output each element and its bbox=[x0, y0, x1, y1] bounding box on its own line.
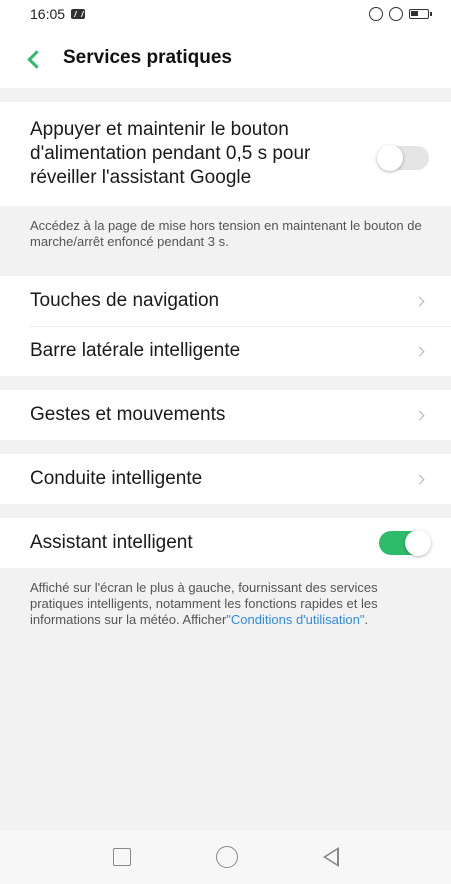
menu-item-label: Touches de navigation bbox=[30, 290, 220, 311]
app-header: Services pratiques bbox=[0, 28, 451, 88]
page-title: Services pratiques bbox=[63, 47, 232, 68]
power-button-section: Appuyer et maintenir le bouton d'aliment… bbox=[0, 102, 451, 206]
recent-apps-icon[interactable] bbox=[112, 848, 131, 866]
rotation-lock-icon bbox=[389, 7, 403, 21]
section-divider bbox=[0, 440, 451, 454]
vibrate-icon bbox=[369, 7, 383, 21]
menu-group-2: Gestes et mouvements bbox=[0, 390, 451, 440]
status-bar: 16:05 bbox=[0, 0, 451, 28]
back-triangle-icon[interactable] bbox=[322, 847, 339, 867]
menu-item-smart-sidebar[interactable]: Barre latérale intelligente bbox=[0, 326, 451, 376]
home-icon[interactable] bbox=[215, 846, 238, 868]
chevron-right-icon bbox=[414, 474, 425, 484]
back-chevron-icon[interactable] bbox=[27, 49, 46, 69]
chevron-right-icon bbox=[414, 346, 425, 356]
menu-item-label: Gestes et mouvements bbox=[30, 404, 226, 425]
battery-icon bbox=[409, 9, 432, 19]
power-button-toggle[interactable] bbox=[377, 145, 429, 171]
description-suffix: . bbox=[364, 612, 369, 627]
status-time: 16:05 bbox=[30, 6, 66, 22]
menu-item-smart-driving[interactable]: Conduite intelligente bbox=[0, 454, 451, 504]
power-button-row[interactable]: Appuyer et maintenir le bouton d'aliment… bbox=[0, 102, 451, 194]
chevron-right-icon bbox=[414, 296, 425, 306]
menu-item-navigation-keys[interactable]: Touches de navigation bbox=[0, 276, 451, 326]
smart-assistant-row[interactable]: Assistant intelligent bbox=[0, 518, 451, 568]
smart-assistant-description: Affiché sur l'écran le plus à gauche, fo… bbox=[0, 568, 451, 628]
menu-group-1: Touches de navigation Barre latérale int… bbox=[0, 276, 451, 376]
section-divider bbox=[0, 88, 451, 102]
menu-item-gestures[interactable]: Gestes et mouvements bbox=[0, 390, 451, 440]
toggle-knob bbox=[377, 145, 403, 171]
smart-assistant-toggle[interactable] bbox=[379, 530, 431, 556]
section-divider bbox=[0, 376, 451, 390]
chevron-right-icon bbox=[414, 410, 425, 420]
menu-item-label: Conduite intelligente bbox=[30, 468, 203, 489]
toggle-knob bbox=[405, 530, 431, 556]
power-button-description-block: Accédez à la page de mise hors tension e… bbox=[0, 206, 451, 276]
notification-icon bbox=[71, 9, 86, 19]
terms-of-use-link[interactable]: "Conditions d'utilisation" bbox=[226, 612, 364, 627]
power-button-description: Accédez à la page de mise hors tension e… bbox=[30, 218, 422, 249]
section-divider bbox=[0, 504, 451, 518]
smart-assistant-section: Assistant intelligent bbox=[0, 518, 451, 568]
smart-assistant-label: Assistant intelligent bbox=[30, 532, 193, 553]
menu-group-3: Conduite intelligente bbox=[0, 454, 451, 504]
system-navigation-bar bbox=[0, 830, 451, 884]
menu-item-label: Barre latérale intelligente bbox=[30, 340, 241, 361]
power-button-label: Appuyer et maintenir le bouton d'aliment… bbox=[30, 119, 311, 188]
